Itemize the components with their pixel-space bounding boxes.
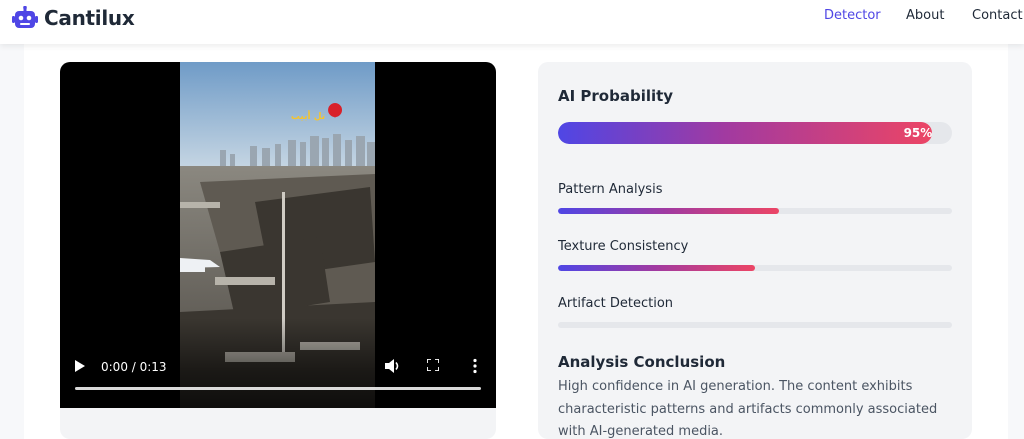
video-card: تل أبيب 0:00 / 0:13 [60, 62, 496, 439]
video-player[interactable]: تل أبيب 0:00 / 0:13 [60, 62, 496, 408]
metric-bar-texture-consistency [558, 265, 952, 271]
ai-probability-value: 95% [903, 126, 933, 140]
metric-label-pattern-analysis: Pattern Analysis [558, 182, 663, 197]
metric-fill-pattern-analysis [558, 208, 779, 214]
nav-link-contact[interactable]: Contact [972, 8, 1023, 23]
conclusion-text: High confidence in AI generation. The co… [558, 379, 938, 439]
robot-icon [12, 6, 38, 28]
results-card: AI Probability 95% Pattern Analysis Text… [538, 62, 972, 439]
ai-probability-bar: 95% [558, 122, 952, 144]
nav-link-about[interactable]: About [906, 8, 944, 23]
video-seekbar[interactable] [75, 387, 481, 390]
metric-bar-pattern-analysis [558, 208, 952, 214]
video-time: 0:00 / 0:13 [101, 360, 167, 374]
nav-link-detector[interactable]: Detector [824, 8, 881, 23]
play-icon[interactable] [75, 360, 85, 372]
top-navbar: Cantilux Detector About Contact [0, 0, 1024, 44]
volume-icon[interactable] [385, 359, 401, 373]
metric-bar-artifact-detection [558, 322, 952, 328]
more-vertical-icon[interactable] [470, 358, 480, 374]
metric-label-texture-consistency: Texture Consistency [558, 239, 689, 254]
video-controls: 0:00 / 0:13 [60, 318, 496, 408]
video-overlay-label: تل أبيب [291, 110, 325, 122]
brand-name: Cantilux [44, 6, 135, 30]
metric-label-artifact-detection: Artifact Detection [558, 296, 674, 311]
brand-logo[interactable]: Cantilux [12, 6, 135, 30]
metric-fill-texture-consistency [558, 265, 755, 271]
ai-probability-fill: 95% [558, 122, 933, 144]
conclusion-title: Analysis Conclusion [558, 353, 726, 371]
fullscreen-icon[interactable] [427, 359, 439, 371]
ai-probability-title: AI Probability [558, 87, 674, 105]
